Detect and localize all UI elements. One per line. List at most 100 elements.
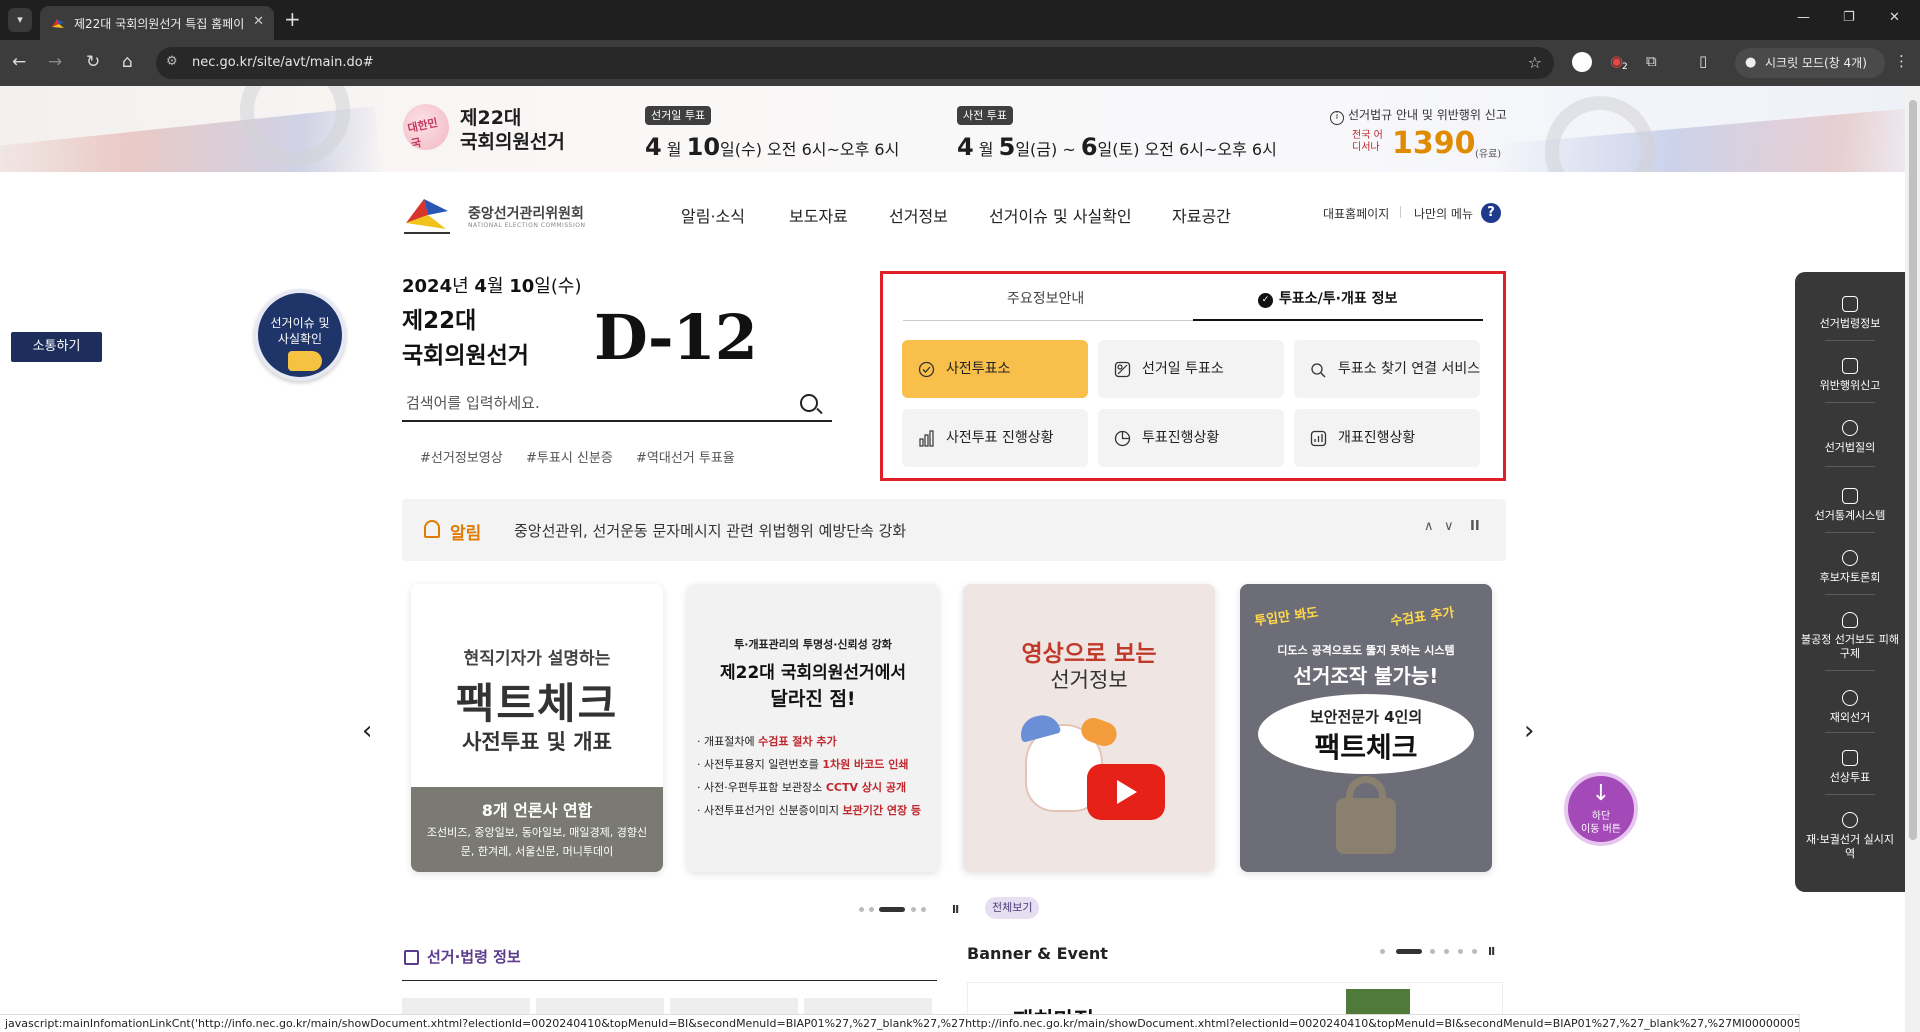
main-homepage-link[interactable]: 대표홈페이지 <box>1323 205 1389 222</box>
carousel-next-button[interactable]: › <box>1524 718 1534 744</box>
banner-pause-button[interactable]: II <box>1488 945 1495 958</box>
issue-factcheck-button[interactable]: 선거이슈 및 사실확인 <box>254 289 346 381</box>
forward-button[interactable]: → <box>48 52 62 72</box>
tab-search-button[interactable]: ▾ <box>8 8 32 32</box>
banner-slide[interactable]: 재치만점 <box>967 982 1503 1014</box>
carousel-card-video[interactable]: 영상으로 보는 선거정보 <box>963 584 1215 872</box>
restore-window-button[interactable]: ❐ <box>1843 10 1855 25</box>
gnb-menu-press[interactable]: 보도자료 <box>789 203 848 227</box>
carousel-dot[interactable] <box>869 907 874 912</box>
law-tab[interactable] <box>402 998 530 1014</box>
carousel-dot[interactable] <box>921 907 926 912</box>
early-vote-mid: 일(금) ~ <box>1015 140 1076 159</box>
gnb-menu-election-info[interactable]: 선거정보 <box>889 203 948 227</box>
notice-next-button[interactable]: ∨ <box>1444 519 1454 534</box>
extensions-puzzle-icon[interactable]: ⧉ <box>1646 52 1657 70</box>
date-day-unit: 일(수) <box>534 276 582 297</box>
election-top-banner: 대한민국 제22대 국회의원선거 선거일 투표 4 월 10일(수) 오전 6시… <box>0 86 1905 172</box>
date-month-unit: 월 <box>486 276 504 297</box>
tab-main-info[interactable]: 주요정보안내 <box>1007 288 1084 308</box>
carousel-dot[interactable] <box>911 907 916 912</box>
quick-menu-byelection-regions[interactable]: 재·보궐선거 실시지역 <box>1805 812 1895 861</box>
notice-pause-button[interactable]: II <box>1470 519 1480 534</box>
nec-logo-icon[interactable] <box>402 193 452 235</box>
tab-close-icon[interactable]: ✕ <box>253 14 264 29</box>
banner-dot-active[interactable] <box>1396 949 1422 954</box>
card-change-list: · 개표절차에 수검표 절차 추가 · 사전투표용지 일련번호를 1차원 바코드… <box>697 730 937 822</box>
banner-dot[interactable] <box>1380 949 1385 954</box>
help-icon[interactable]: ? <box>1481 203 1501 223</box>
view-all-button[interactable]: 전체보기 <box>985 897 1040 919</box>
scrollbar-thumb[interactable] <box>1909 100 1917 840</box>
my-menu-link[interactable]: 나만의 메뉴 <box>1414 205 1473 222</box>
browser-menu-icon[interactable]: ⋮ <box>1894 52 1909 70</box>
search-icon[interactable] <box>800 394 818 412</box>
carousel-card-factcheck[interactable]: 현직기자가 설명하는 팩트체크 사전투표 및 개표 8개 언론사 연합 조선비즈… <box>411 584 663 872</box>
violation-report-link[interactable]: i 선거법규 안내 및 위반행위 신고 <box>1330 106 1507 125</box>
site-info-icon[interactable]: ⚙ <box>166 54 178 69</box>
carousel-card-security[interactable]: 투입만 봐도 수검표 추가 디도스 공격으로도 뚫지 못하는 시스템 선거조작 … <box>1240 584 1492 872</box>
early-vote-badge: 사전 투표 <box>957 106 1013 125</box>
move-bottom-line1: 하단 <box>1591 811 1611 822</box>
communication-button[interactable]: 소통하기 <box>11 332 102 362</box>
carousel-dot-active[interactable] <box>879 907 905 912</box>
carousel-prev-button[interactable]: ‹ <box>362 718 372 744</box>
side-panel-icon[interactable]: ▯ <box>1699 52 1707 70</box>
early-vote-time: 일(토) 오전 6시~오후 6시 <box>1097 140 1277 159</box>
quick-menu-violation-report[interactable]: 위반행위신고 <box>1795 358 1905 393</box>
notice-prev-button[interactable]: ∧ <box>1424 519 1434 534</box>
home-button[interactable]: ⌂ <box>122 52 133 72</box>
count-progress-button[interactable]: 개표진행상황 <box>1294 409 1480 467</box>
early-vote-progress-button[interactable]: 사전투표 진행상황 <box>902 409 1088 467</box>
org-name[interactable]: 중앙선거관리위원회 <box>468 203 584 223</box>
bookmark-star-icon[interactable]: ☆ <box>1528 53 1542 72</box>
quick-menu-label: 후보자토론회 <box>1819 571 1881 584</box>
quick-menu-overseas-election[interactable]: 재외선거 <box>1795 690 1905 725</box>
banner-dot[interactable] <box>1472 949 1477 954</box>
early-polling-station-button[interactable]: 사전투표소 <box>902 340 1088 398</box>
banner-dot[interactable] <box>1458 949 1463 954</box>
page-scrollbar[interactable] <box>1905 86 1920 1032</box>
banner-dot[interactable] <box>1430 949 1435 954</box>
move-to-bottom-button[interactable]: ↓ 하단 이동 버튼 <box>1564 772 1638 846</box>
tab-polling-info[interactable]: ✓ 투표소/투·개표 정보 <box>1258 288 1397 308</box>
browser-tab-active[interactable]: 제22대 국회의원선거 특집 홈페이지 ✕ <box>40 6 274 40</box>
carousel-pause-button[interactable]: II <box>952 903 959 916</box>
quick-menu-law-qna[interactable]: 선거법질의 <box>1795 420 1905 455</box>
election-logo[interactable]: 대한민국 <box>403 104 449 151</box>
hashtag-link[interactable]: #투표시 신분증 <box>526 447 613 466</box>
carousel-card-changes[interactable]: 투·개표관리의 투명성·신뢰성 강화 제22대 국회의원선거에서 달라진 점! … <box>687 584 939 872</box>
new-tab-button[interactable]: + <box>284 8 301 30</box>
reload-button[interactable]: ↻ <box>86 52 100 72</box>
notice-text[interactable]: 중앙선관위, 선거운동 문자메시지 관련 위법행위 예방단속 강화 <box>514 520 906 541</box>
close-window-button[interactable]: ✕ <box>1889 10 1900 25</box>
list-item-text: · 사전투표용지 일련번호를 <box>697 758 823 771</box>
notice-label: 알림 <box>450 524 482 544</box>
quick-menu-unfair-report-relief[interactable]: 불공정 선거보도 피해구제 <box>1800 612 1900 661</box>
vote-progress-button[interactable]: 투표진행상황 <box>1098 409 1284 467</box>
law-tab[interactable] <box>804 998 932 1014</box>
polling-station-finder-button[interactable]: 투표소 찾기 연결 서비스 <box>1294 340 1480 398</box>
law-tab[interactable] <box>670 998 798 1014</box>
gnb-menu-issues[interactable]: 선거이슈 및 사실확인 <box>989 203 1132 227</box>
url-text[interactable]: nec.go.kr/site/avt/main.do# <box>192 55 374 70</box>
incognito-avatar-icon[interactable] <box>1572 52 1592 72</box>
carousel-dot[interactable] <box>859 907 864 912</box>
incognito-mode-indicator[interactable]: ● 시크릿 모드(창 4개) <box>1735 48 1885 78</box>
search-input[interactable] <box>406 390 786 416</box>
minimize-window-button[interactable]: — <box>1797 10 1810 25</box>
hashtag-link[interactable]: #역대선거 투표율 <box>636 447 735 466</box>
election-day-polling-station-button[interactable]: 선거일 투표소 <box>1098 340 1284 398</box>
quick-menu-ship-voting[interactable]: 선상투표 <box>1795 750 1905 785</box>
gnb-menu-notice[interactable]: 알림·소식 <box>681 203 745 227</box>
quick-menu-stats-system[interactable]: 선거통계시스템 <box>1795 488 1905 523</box>
election-title[interactable]: 제22대 국회의원선거 <box>460 106 565 154</box>
law-tab[interactable] <box>536 998 664 1014</box>
back-button[interactable]: ← <box>12 52 26 72</box>
hashtag-link[interactable]: #선거정보영상 <box>420 447 503 466</box>
quick-menu-candidate-debate[interactable]: 후보자토론회 <box>1795 550 1905 585</box>
address-bar[interactable]: ⚙ nec.go.kr/site/avt/main.do# ☆ <box>156 47 1554 79</box>
banner-dot[interactable] <box>1444 949 1449 954</box>
quick-menu-law-info[interactable]: 선거법령정보 <box>1795 296 1905 331</box>
gnb-menu-archive[interactable]: 자료공간 <box>1172 203 1231 227</box>
